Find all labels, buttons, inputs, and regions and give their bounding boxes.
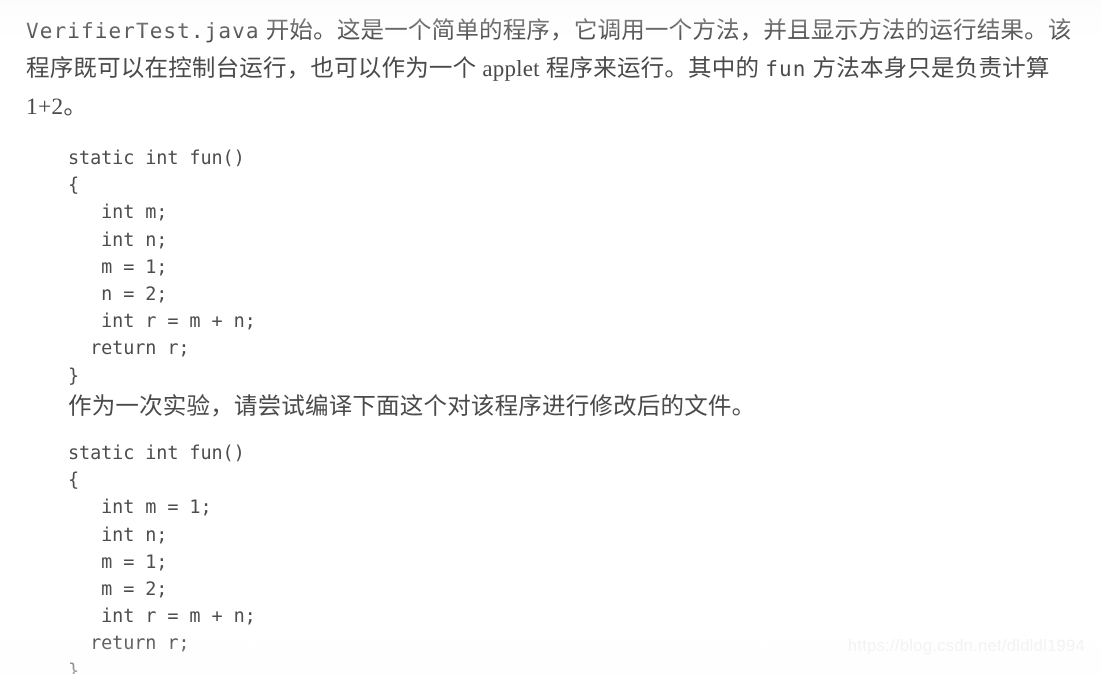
intro-paragraph: VerifierTest.java 开始。这是一个简单的程序，它调用一个方法，并… <box>26 12 1086 126</box>
csdn-blog-watermark: https://blog.csdn.net/dldldl1994 <box>847 637 1085 655</box>
code-line: int r = m + n; <box>68 311 256 333</box>
code-line: m = 1; <box>68 256 168 278</box>
code-line: { <box>68 175 80 197</box>
applet-keyword: applet <box>482 56 540 81</box>
scanned-book-page: VerifierTest.java 开始。这是一个简单的程序，它调用一个方法，并… <box>0 0 1101 674</box>
experiment-paragraph: 作为一次实验，请尝试编译下面这个对该程序进行修改后的文件。 <box>68 394 756 420</box>
code-line: { <box>68 470 80 492</box>
code-line: int m; <box>68 202 168 224</box>
code-line: return r; <box>68 633 190 655</box>
code-line: m = 2; <box>68 578 168 600</box>
code-line: static int fun() <box>68 443 245 464</box>
code-line: int n; <box>68 524 168 546</box>
verifiertest-filename: VerifierTest.java <box>26 19 260 43</box>
code-line: int m = 1; <box>68 497 212 519</box>
code-line: } <box>68 660 80 674</box>
code-line: m = 1; <box>68 551 168 573</box>
code-line: int r = m + n; <box>68 606 256 628</box>
code-block-modified: static int fun() { int m = 1; int n; m = … <box>68 440 256 674</box>
intro-text-part-2: 程序来运行。其中的 <box>539 56 766 82</box>
code-line: return r; <box>68 338 190 360</box>
code-line: int n; <box>68 229 168 251</box>
code-line: static int fun() <box>68 148 245 169</box>
code-line: n = 2; <box>68 283 168 305</box>
code-block-original: static int fun() { int m; int n; m = 1; n… <box>68 145 256 390</box>
code-line: } <box>68 365 80 387</box>
fun-method-name: fun <box>765 57 807 81</box>
